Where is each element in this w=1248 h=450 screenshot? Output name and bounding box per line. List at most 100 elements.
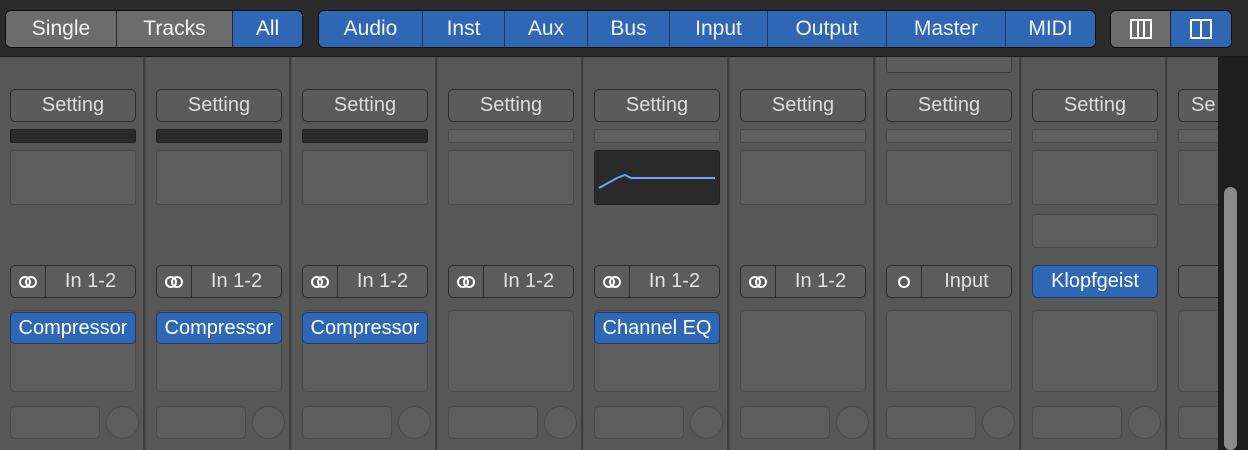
audio-fx-slots[interactable] — [1032, 310, 1158, 392]
input-slot[interactable]: In 1-2 — [10, 265, 136, 298]
gain-reduction-meter — [1178, 129, 1218, 143]
setting-button[interactable]: Setting — [1032, 89, 1158, 122]
input-slot[interactable] — [1178, 265, 1218, 298]
send-slot[interactable] — [740, 406, 830, 439]
audio-fx-slots[interactable] — [740, 310, 866, 392]
send-slot[interactable] — [156, 406, 246, 439]
gain-reduction-meter — [886, 129, 1012, 143]
send-slot[interactable] — [886, 406, 976, 439]
input-label: In 1-2 — [356, 270, 409, 292]
stereo-link-icon — [157, 266, 192, 297]
eq-display[interactable] — [1032, 150, 1158, 205]
channel-strip: Setting In 1-2 Compressor — [146, 57, 291, 450]
view-single-button[interactable]: Single — [6, 11, 117, 47]
input-label: In 1-2 — [64, 270, 117, 292]
gain-reduction-meter — [1032, 129, 1158, 143]
channel-strip: Setting In 1-2 — [438, 57, 583, 450]
eq-display[interactable] — [10, 150, 136, 205]
send-slot[interactable] — [302, 406, 392, 439]
setting-button[interactable]: Setting — [886, 89, 1012, 122]
channel-strips: Setting In 1-2 Compressor Setting In 1-2… — [0, 57, 1218, 450]
send-slot[interactable] — [1178, 406, 1218, 439]
input-label: In 1-2 — [648, 270, 701, 292]
eq-display[interactable] — [1178, 150, 1218, 205]
filter-inst-button[interactable]: Inst — [423, 11, 505, 47]
setting-button[interactable]: Se — [1178, 89, 1218, 122]
setting-button[interactable]: Setting — [302, 89, 428, 122]
send-slot[interactable] — [10, 406, 100, 439]
filter-bus-button[interactable]: Bus — [588, 11, 670, 47]
vertical-scrollbar[interactable] — [1218, 57, 1248, 450]
stereo-link-icon — [449, 266, 484, 297]
setting-button[interactable]: Setting — [448, 89, 574, 122]
eq-display[interactable] — [740, 150, 866, 205]
input-label: In 1-2 — [502, 270, 555, 292]
audio-fx-slots[interactable] — [448, 310, 574, 392]
eq-display[interactable] — [594, 150, 720, 205]
filter-master-button[interactable]: Master — [887, 11, 1006, 47]
input-slot[interactable]: In 1-2 — [302, 265, 428, 298]
input-slot[interactable]: Input — [886, 265, 1012, 298]
wide-columns-icon[interactable] — [1171, 11, 1231, 47]
view-all-button[interactable]: All — [233, 11, 302, 47]
instrument-slot[interactable]: Klopfgeist — [1032, 265, 1158, 298]
eq-display[interactable] — [302, 150, 428, 205]
gain-reduction-meter — [156, 129, 282, 143]
audio-fx-slots[interactable] — [1178, 310, 1218, 392]
setting-button[interactable]: Setting — [156, 89, 282, 122]
eq-display[interactable] — [886, 150, 1012, 205]
filter-midi-button[interactable]: MIDI — [1006, 11, 1095, 47]
midi-fx-slot[interactable] — [1032, 214, 1158, 248]
output-widget[interactable] — [886, 57, 1012, 73]
input-label: In 1-2 — [210, 270, 263, 292]
narrow-columns-icon[interactable] — [1111, 11, 1171, 47]
setting-button[interactable]: Setting — [740, 89, 866, 122]
send-level-knob[interactable] — [1128, 406, 1161, 439]
channel-strip: Setting In 1-2 Compressor — [0, 57, 145, 450]
scrollbar-thumb[interactable] — [1224, 187, 1237, 450]
filter-aux-button[interactable]: Aux — [505, 11, 588, 47]
channel-strip: Setting Klopfgeist — [1022, 57, 1167, 450]
input-slot[interactable]: In 1-2 — [740, 265, 866, 298]
setting-button[interactable]: Setting — [10, 89, 136, 122]
gain-reduction-meter — [740, 129, 866, 143]
filter-audio-button[interactable]: Audio — [319, 11, 423, 47]
track-type-filter: Audio Inst Aux Bus Input Output Master M… — [318, 10, 1096, 48]
stereo-link-icon — [303, 266, 338, 297]
send-slot[interactable] — [594, 406, 684, 439]
eq-display[interactable] — [448, 150, 574, 205]
input-slot[interactable]: In 1-2 — [594, 265, 720, 298]
gain-reduction-meter — [10, 129, 136, 143]
gain-reduction-meter — [448, 129, 574, 143]
send-level-knob[interactable] — [690, 406, 723, 439]
input-slot[interactable]: In 1-2 — [156, 265, 282, 298]
plugin-slot[interactable]: Channel EQ — [594, 312, 720, 344]
send-level-knob[interactable] — [106, 406, 139, 439]
send-level-knob[interactable] — [836, 406, 869, 439]
mixer-toolbar: Single Tracks All Audio Inst Aux Bus Inp… — [0, 0, 1248, 57]
channel-strip: Se — [1168, 57, 1218, 450]
eq-display[interactable] — [156, 150, 282, 205]
send-level-knob[interactable] — [982, 406, 1015, 439]
view-tracks-button[interactable]: Tracks — [117, 11, 233, 47]
mono-icon — [887, 266, 922, 297]
plugin-slot[interactable]: Compressor — [302, 312, 428, 344]
filter-input-button[interactable]: Input — [670, 11, 768, 47]
send-level-knob[interactable] — [544, 406, 577, 439]
setting-button[interactable]: Setting — [594, 89, 720, 122]
stereo-link-icon — [595, 266, 630, 297]
send-level-knob[interactable] — [252, 406, 285, 439]
input-slot[interactable]: In 1-2 — [448, 265, 574, 298]
view-mode-selector: Single Tracks All — [5, 10, 303, 48]
send-slot[interactable] — [448, 406, 538, 439]
eq-curve — [598, 173, 715, 189]
send-level-knob[interactable] — [398, 406, 431, 439]
send-slot[interactable] — [1032, 406, 1122, 439]
gain-reduction-meter — [594, 129, 720, 143]
audio-fx-slots[interactable] — [886, 310, 1012, 392]
plugin-slot[interactable]: Compressor — [10, 312, 136, 344]
stereo-link-icon — [741, 266, 776, 297]
channel-strip: Setting In 1-2 Channel EQ — [584, 57, 729, 450]
plugin-slot[interactable]: Compressor — [156, 312, 282, 344]
filter-output-button[interactable]: Output — [768, 11, 887, 47]
